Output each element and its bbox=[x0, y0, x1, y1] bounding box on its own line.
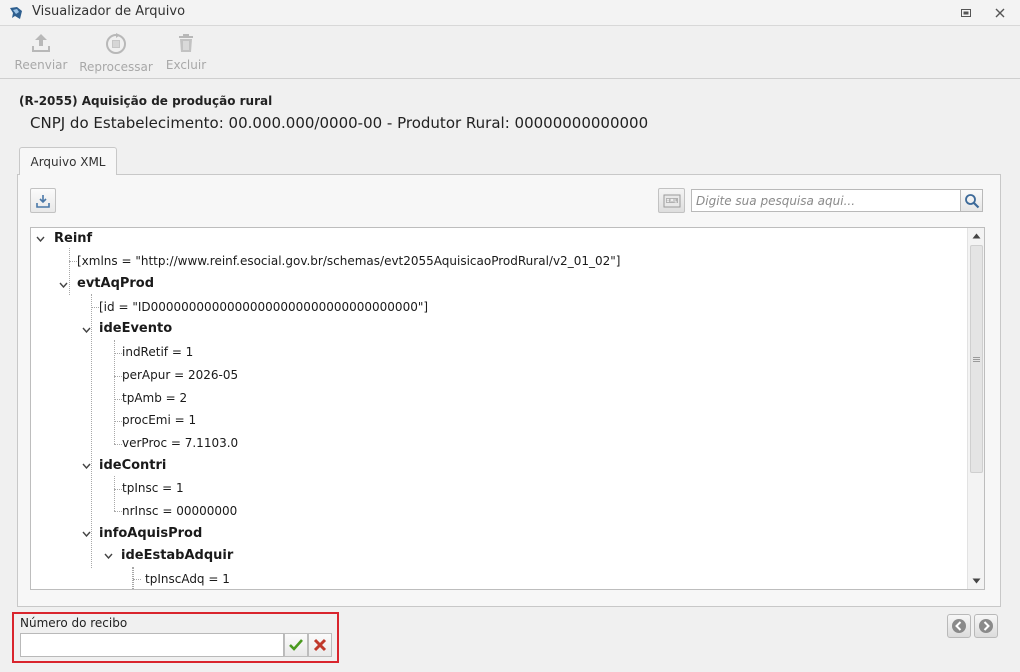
tree-connector bbox=[114, 399, 122, 400]
collapse-toggle-idecontri[interactable] bbox=[81, 461, 91, 471]
event-subtitle: CNPJ do Estabelecimento: 00.000.000/0000… bbox=[30, 114, 649, 132]
xml-tree-view[interactable]: Reinf [xmlns = "http://www.reinf.esocial… bbox=[30, 227, 985, 590]
tree-connector bbox=[114, 476, 115, 511]
event-title: (R-2055) Aquisição de produção rural bbox=[19, 94, 273, 108]
confirm-receipt-button[interactable] bbox=[284, 633, 308, 657]
close-icon bbox=[995, 8, 1005, 18]
tree-connector bbox=[91, 294, 92, 568]
xml-icon bbox=[663, 194, 680, 207]
collapse-toggle-ideevento[interactable] bbox=[81, 325, 91, 335]
restore-button[interactable] bbox=[955, 3, 977, 23]
tree-node-value[interactable]: nrInsc = 00000000 bbox=[122, 501, 237, 521]
chevron-down-icon bbox=[81, 327, 91, 333]
tree-connector bbox=[114, 444, 122, 445]
tree-vertical-scrollbar[interactable] bbox=[967, 228, 984, 589]
download-icon bbox=[36, 194, 50, 208]
tree-connector bbox=[114, 340, 115, 444]
triangle-down-icon bbox=[972, 578, 981, 584]
tree-node-evtaqprod[interactable]: evtAqProd bbox=[77, 274, 154, 294]
tree-connector bbox=[114, 489, 122, 490]
arrow-right-icon bbox=[979, 619, 993, 633]
next-button[interactable] bbox=[974, 614, 998, 638]
tree-node-ideestabadquir[interactable]: ideEstabAdquir bbox=[121, 546, 233, 566]
grip-icon bbox=[973, 356, 980, 362]
collapse-toggle-infoaquisprod[interactable] bbox=[81, 529, 91, 539]
tree-node-attribute[interactable]: [id = "ID0000000000000000000000000000000… bbox=[99, 297, 428, 317]
chevron-down-icon bbox=[35, 236, 45, 242]
scroll-down-button[interactable] bbox=[968, 573, 985, 589]
resend-button[interactable]: Reenviar bbox=[14, 31, 68, 77]
delete-button[interactable]: Excluir bbox=[164, 31, 208, 77]
trash-icon bbox=[179, 34, 193, 52]
arrow-left-icon bbox=[952, 619, 966, 633]
cancel-receipt-button[interactable] bbox=[308, 633, 332, 657]
tree-connector bbox=[69, 261, 77, 262]
search-icon bbox=[964, 193, 979, 208]
reprocess-label: Reprocessar bbox=[79, 60, 153, 74]
tree-node-idecontri[interactable]: ideContri bbox=[99, 456, 166, 476]
tree-node-value[interactable]: indRetif = 1 bbox=[122, 342, 193, 362]
receipt-label: Número do recibo bbox=[20, 616, 128, 630]
search-button[interactable] bbox=[960, 189, 983, 212]
tree-connector bbox=[91, 307, 99, 308]
tab-arquivo-xml[interactable]: Arquivo XML bbox=[19, 147, 117, 175]
tree-node-reinf[interactable]: Reinf bbox=[54, 229, 92, 249]
triangle-up-icon bbox=[972, 233, 981, 239]
chevron-down-icon bbox=[58, 282, 68, 288]
tree-connector bbox=[69, 248, 70, 295]
restore-icon bbox=[961, 9, 971, 17]
tree-node-value[interactable]: tpAmb = 2 bbox=[122, 388, 187, 408]
toolbar: Reenviar Reprocessar Excluir bbox=[0, 27, 1020, 79]
reprocess-button[interactable]: Reprocessar bbox=[79, 31, 153, 77]
tree-node-value[interactable]: verProc = 7.1103.0 bbox=[122, 433, 238, 453]
title-bar: Visualizador de Arquivo bbox=[0, 0, 1020, 26]
xml-view-button[interactable] bbox=[658, 188, 685, 213]
tree-node-value[interactable]: perApur = 2026-05 bbox=[122, 365, 238, 385]
file-viewer-window: Visualizador de Arquivo Reenviar Reproce… bbox=[0, 0, 1020, 672]
tree-connector bbox=[114, 353, 122, 354]
chevron-down-icon bbox=[103, 553, 113, 559]
upload-icon bbox=[32, 34, 50, 52]
scroll-thumb[interactable] bbox=[970, 245, 983, 473]
close-button[interactable] bbox=[989, 3, 1011, 23]
tree-node-value[interactable]: tpInsc = 1 bbox=[122, 478, 184, 498]
cross-icon bbox=[313, 638, 327, 652]
chevron-down-icon bbox=[81, 463, 91, 469]
tree-connector bbox=[114, 421, 122, 422]
scroll-up-button[interactable] bbox=[968, 228, 985, 244]
tree-node-attribute[interactable]: [xmlns = "http://www.reinf.esocial.gov.b… bbox=[77, 251, 620, 271]
collapse-toggle-ideestabadquir[interactable] bbox=[103, 551, 113, 561]
resend-label: Reenviar bbox=[14, 58, 68, 72]
tree-node-infoaquisprod[interactable]: infoAquisProd bbox=[99, 524, 202, 544]
receipt-number-input[interactable] bbox=[20, 633, 284, 657]
window-title: Visualizador de Arquivo bbox=[32, 4, 186, 19]
checkmark-icon bbox=[289, 639, 303, 651]
tree-connector bbox=[114, 511, 122, 512]
delete-label: Excluir bbox=[165, 58, 207, 72]
tree-node-value[interactable]: tpInscAdq = 1 bbox=[145, 569, 230, 589]
search-input[interactable] bbox=[691, 189, 961, 212]
collapse-toggle-evtaqprod[interactable] bbox=[58, 280, 68, 290]
reprocess-icon bbox=[106, 33, 126, 54]
collapse-toggle-reinf[interactable] bbox=[35, 234, 45, 244]
download-button[interactable] bbox=[30, 188, 56, 213]
tree-connector bbox=[133, 579, 141, 580]
tree-node-value[interactable]: procEmi = 1 bbox=[122, 410, 196, 430]
chevron-down-icon bbox=[81, 531, 91, 537]
app-icon bbox=[8, 5, 24, 21]
tree-connector bbox=[114, 376, 122, 377]
previous-button[interactable] bbox=[947, 614, 971, 638]
tree-node-ideevento[interactable]: ideEvento bbox=[99, 319, 172, 339]
